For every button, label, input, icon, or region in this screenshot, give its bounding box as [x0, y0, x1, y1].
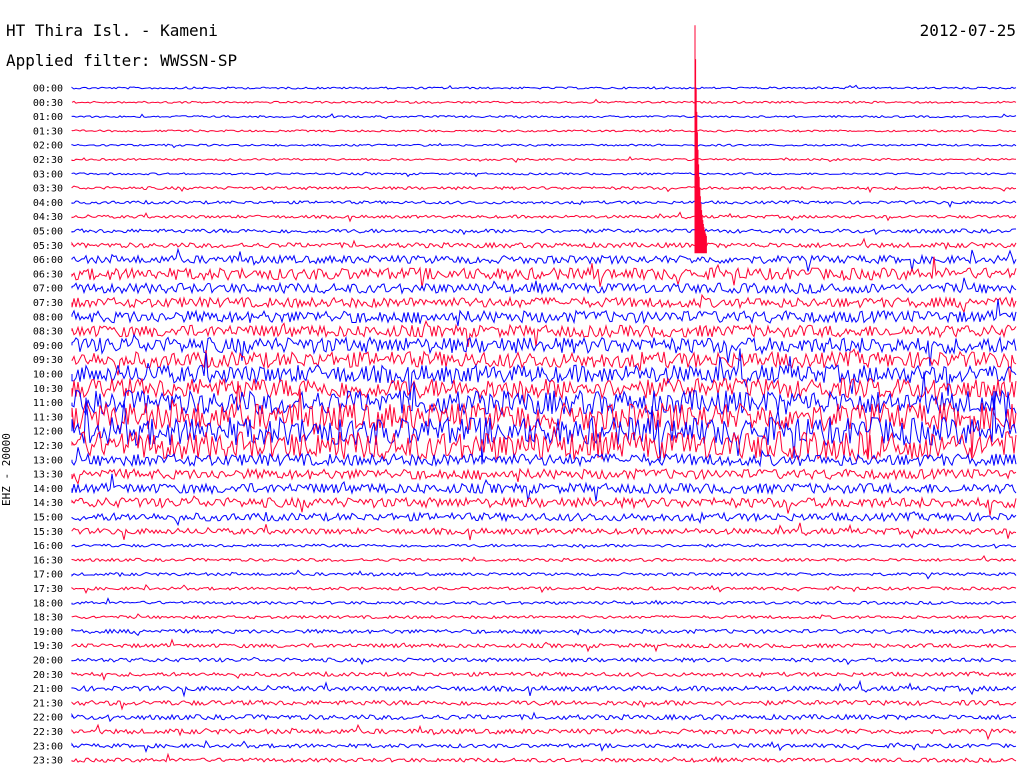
time-tick-label: 06:00	[33, 255, 63, 266]
trace-2330	[71, 752, 1017, 764]
trace-0530	[71, 237, 1017, 251]
time-tick-label: 20:30	[33, 670, 63, 681]
time-tick-label: 12:00	[33, 427, 63, 438]
earthquake-event	[694, 25, 707, 254]
time-tick-label: 08:30	[33, 327, 63, 338]
time-tick-label: 17:00	[33, 570, 63, 581]
time-tick-label: 11:00	[33, 398, 63, 409]
trace-0700	[71, 277, 1017, 296]
time-tick-label: 10:30	[33, 384, 63, 395]
time-tick-label: 00:00	[33, 84, 63, 95]
time-tick-label: 23:00	[33, 741, 63, 752]
time-tick-label: 05:00	[33, 227, 63, 238]
trace-0630	[71, 256, 1017, 289]
time-tick-label: 07:00	[33, 284, 63, 295]
time-tick-label: 04:00	[33, 198, 63, 209]
trace-0230	[71, 155, 1017, 164]
time-tick-label: 17:30	[33, 584, 63, 595]
time-tick-label: 09:00	[33, 341, 63, 352]
trace-1800	[71, 597, 1017, 606]
time-tick-label: 04:30	[33, 212, 63, 223]
trace-1530	[71, 522, 1017, 541]
trace-0730	[71, 293, 1017, 314]
time-tick-label: 03:30	[33, 184, 63, 195]
time-tick-label: 13:00	[33, 455, 63, 466]
trace-1900	[71, 628, 1017, 637]
time-tick-label: 14:30	[33, 498, 63, 509]
time-tick-label: 01:00	[33, 112, 63, 123]
time-tick-label: 10:00	[33, 370, 63, 381]
time-tick-label: 19:30	[33, 641, 63, 652]
trace-0300	[71, 171, 1017, 178]
time-tick-label: 00:30	[33, 98, 63, 109]
time-tick-label: 15:00	[33, 513, 63, 524]
trace-1430	[71, 495, 1017, 516]
trace-0330	[71, 185, 1017, 194]
trace-1600	[71, 543, 1017, 549]
time-tick-label: 06:30	[33, 269, 63, 280]
time-tick-label: 11:30	[33, 412, 63, 423]
time-tick-label: 05:30	[33, 241, 63, 252]
time-tick-label: 03:00	[33, 169, 63, 180]
time-tick-label: 18:00	[33, 598, 63, 609]
time-tick-label: 09:30	[33, 355, 63, 366]
trace-2300	[71, 739, 1017, 754]
time-tick-label: 16:00	[33, 541, 63, 552]
trace-0600	[71, 247, 1017, 272]
time-tick-label: 13:30	[33, 470, 63, 481]
trace-0900	[71, 333, 1017, 367]
time-tick-label: 21:00	[33, 684, 63, 695]
trace-2030	[71, 670, 1017, 682]
time-tick-label: 02:00	[33, 141, 63, 152]
trace-1730	[71, 583, 1017, 595]
trace-2200	[71, 711, 1017, 723]
trace-1500	[71, 511, 1017, 527]
trace-0000	[71, 84, 1017, 90]
time-tick-label: 07:30	[33, 298, 63, 309]
trace-0100	[71, 113, 1017, 119]
time-tick-label: 14:00	[33, 484, 63, 495]
trace-2130	[71, 699, 1017, 711]
trace-2100	[71, 679, 1017, 698]
trace-0400	[71, 199, 1017, 208]
time-tick-label: 01:30	[33, 126, 63, 137]
trace-2230	[71, 723, 1017, 741]
time-tick-label: 21:30	[33, 698, 63, 709]
trace-1930	[71, 638, 1017, 653]
trace-1700	[71, 569, 1017, 580]
time-tick-label: 16:30	[33, 555, 63, 566]
time-tick-label: 22:00	[33, 713, 63, 724]
trace-0130	[71, 128, 1017, 133]
trace-1130	[71, 381, 1017, 459]
time-tick-label: 12:30	[33, 441, 63, 452]
time-tick-label: 20:00	[33, 656, 63, 667]
trace-0500	[71, 228, 1016, 236]
trace-0430	[71, 211, 1017, 223]
time-tick-label: 02:30	[33, 155, 63, 166]
time-tick-label: 22:30	[33, 727, 63, 738]
time-tick-label: 18:30	[33, 613, 63, 624]
time-tick-label: 08:00	[33, 312, 63, 323]
seismogram-plot: 00:00 00:30 01:00 01:30 02:00 02:30 03:00 03:30…	[33, 25, 1017, 767]
time-tick-label: 15:30	[33, 527, 63, 538]
trace-2000	[71, 656, 1017, 666]
trace-1330	[71, 467, 1017, 486]
trace-0030	[71, 98, 1017, 104]
trace-1830	[71, 613, 1017, 620]
trace-1300	[71, 447, 1017, 468]
time-tick-label: 19:00	[33, 627, 63, 638]
time-tick-label: 23:30	[33, 756, 63, 767]
trace-0200	[71, 142, 1017, 149]
trace-1630	[71, 555, 1017, 563]
